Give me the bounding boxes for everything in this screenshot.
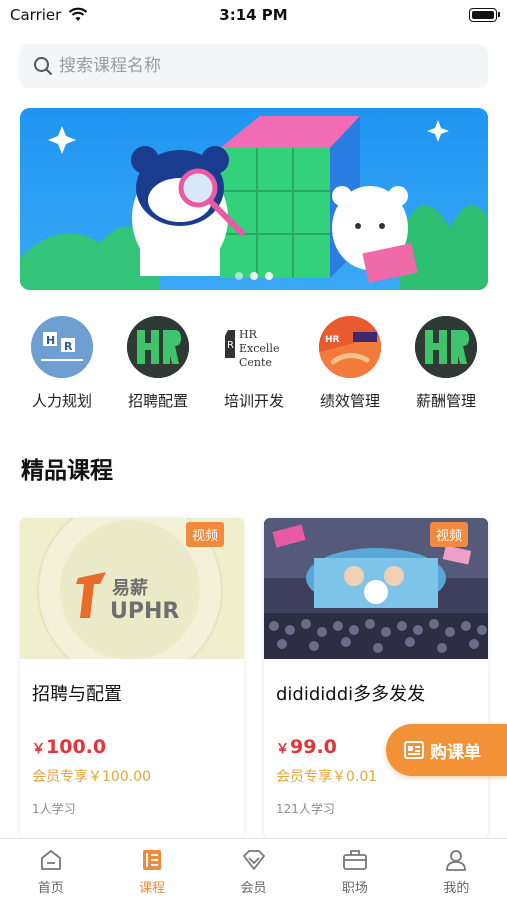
status-bar: Carrier 3:14 PM bbox=[0, 0, 507, 32]
logo-text-line: Cente bbox=[239, 356, 272, 369]
tab-label: 会员 bbox=[240, 881, 267, 896]
vip-icon bbox=[241, 847, 267, 873]
logo-text-line: Excelle bbox=[239, 342, 279, 355]
briefcase-icon bbox=[342, 847, 368, 873]
tab-courses[interactable]: 课程 bbox=[101, 839, 202, 900]
search-bar[interactable] bbox=[19, 44, 488, 88]
section-title: 精品课程 bbox=[21, 458, 113, 484]
category-item-hr-planning[interactable]: H R 人力规划 bbox=[14, 316, 110, 411]
category-item-performance[interactable]: HR 绩效管理 bbox=[302, 316, 398, 411]
vip-price: 会员专享￥100.00 bbox=[32, 769, 151, 785]
banner-dot[interactable] bbox=[235, 272, 243, 280]
category-label: 招聘配置 bbox=[127, 392, 188, 410]
tab-vip[interactable]: 会员 bbox=[203, 839, 304, 900]
bottom-tab-bar: 首页 课程 会员 职场 我的 bbox=[0, 838, 507, 900]
promo-banner[interactable] bbox=[20, 108, 488, 290]
category-label: 培训开发 bbox=[223, 392, 284, 410]
currency-symbol: ￥ bbox=[32, 742, 46, 757]
logo-text-line: HR bbox=[239, 328, 258, 341]
home-icon bbox=[38, 847, 64, 873]
course-title: 招聘与配置 bbox=[32, 684, 122, 705]
tab-label: 课程 bbox=[139, 881, 166, 896]
performance-icon: HR bbox=[319, 316, 381, 378]
battery-icon bbox=[469, 8, 500, 22]
course-price: ￥99.0 bbox=[276, 736, 337, 758]
category-label: 人力规划 bbox=[31, 392, 92, 410]
svg-text:R: R bbox=[64, 340, 73, 353]
hr-excellence-center-logo: R HR Excelle Cente bbox=[223, 316, 285, 378]
video-tag: 视频 bbox=[429, 522, 468, 547]
category-label: 薪酬管理 bbox=[415, 392, 476, 410]
currency-symbol: ￥ bbox=[276, 742, 290, 757]
tab-career[interactable]: 职场 bbox=[304, 839, 405, 900]
learner-count: 121人学习 bbox=[276, 802, 335, 816]
learner-count: 1人学习 bbox=[32, 802, 76, 816]
hr-logo-icon bbox=[127, 316, 189, 378]
video-tag: 视频 bbox=[185, 522, 224, 547]
profile-icon bbox=[443, 847, 469, 873]
logo-cn-text: 易薪 bbox=[112, 577, 148, 599]
svg-text:HR: HR bbox=[325, 335, 340, 345]
vip-price: 会员专享￥0.01 bbox=[276, 769, 378, 785]
cart-button-label: 购课单 bbox=[430, 742, 481, 763]
cart-list-icon bbox=[404, 741, 424, 759]
category-item-compensation[interactable]: 薪酬管理 bbox=[398, 316, 494, 411]
banner-dot[interactable] bbox=[265, 272, 273, 280]
hr-planning-icon: H R bbox=[31, 316, 93, 378]
banner-illustration bbox=[20, 108, 488, 290]
category-item-recruitment[interactable]: 招聘配置 bbox=[110, 316, 206, 411]
category-item-training[interactable]: R HR Excelle Cente 培训开发 bbox=[206, 316, 302, 411]
tab-profile[interactable]: 我的 bbox=[406, 839, 507, 900]
logo-en-text: UPHR bbox=[110, 599, 179, 624]
svg-text:R: R bbox=[227, 340, 234, 351]
banner-dot[interactable] bbox=[250, 272, 258, 280]
course-cart-button[interactable]: 购课单 bbox=[386, 724, 507, 776]
course-icon bbox=[139, 847, 165, 873]
svg-text:H: H bbox=[46, 334, 55, 347]
course-thumbnail: 视频 bbox=[264, 518, 488, 659]
hr-logo-icon bbox=[415, 316, 477, 378]
search-input[interactable] bbox=[59, 56, 459, 76]
search-icon bbox=[33, 56, 53, 76]
tab-home[interactable]: 首页 bbox=[0, 839, 101, 900]
category-label: 绩效管理 bbox=[319, 392, 380, 410]
price-value: 99.0 bbox=[290, 736, 337, 758]
price-value: 100.0 bbox=[46, 736, 107, 758]
course-title: didididdi多多发发 bbox=[276, 684, 426, 705]
tab-label: 我的 bbox=[443, 881, 470, 896]
banner-pagination[interactable] bbox=[20, 272, 488, 280]
clock: 3:14 PM bbox=[219, 6, 288, 24]
tab-label: 首页 bbox=[37, 881, 64, 896]
course-thumbnail: 易薪 UPHR 视频 bbox=[20, 518, 244, 659]
tab-label: 职场 bbox=[341, 881, 368, 896]
course-price: ￥100.0 bbox=[32, 736, 106, 758]
course-card[interactable]: 易薪 UPHR 视频 招聘与配置 ￥100.0 会员专享￥100.00 1人学习 bbox=[20, 518, 244, 838]
category-grid: H R 人力规划 招聘配置 R HR Excelle Cente 培训开发 HR… bbox=[14, 316, 494, 411]
course-card[interactable]: 视频 didididdi多多发发 ￥99.0 会员专享￥0.01 121人学习 bbox=[264, 518, 488, 838]
